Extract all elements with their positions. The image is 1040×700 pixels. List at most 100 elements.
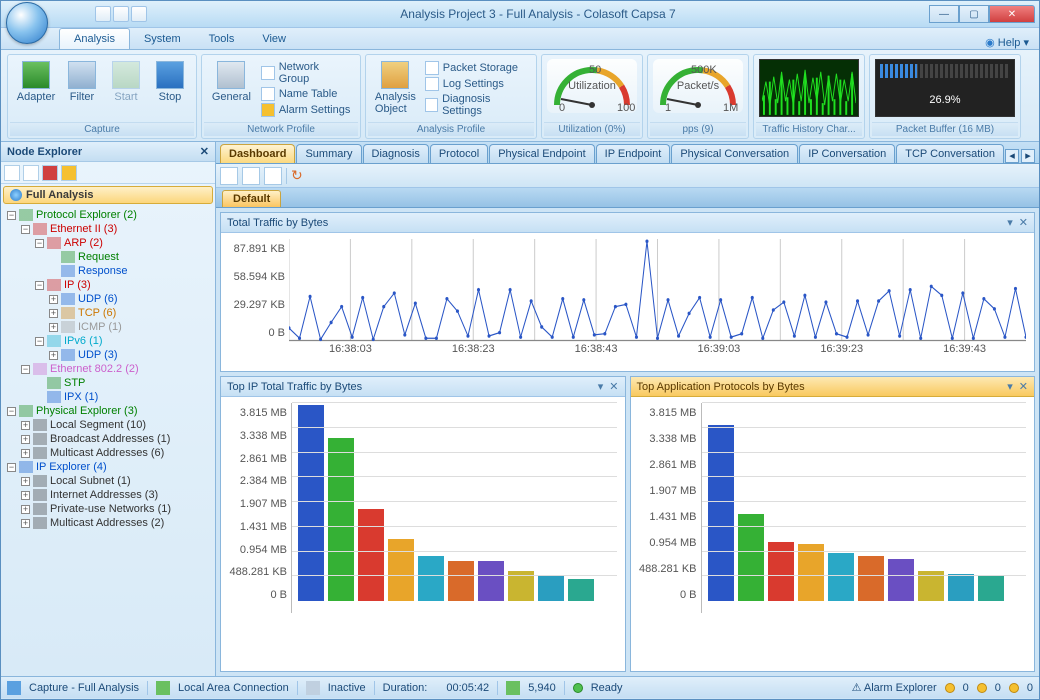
tree-node[interactable]: Request — [3, 250, 215, 264]
panel-close-icon[interactable]: ✕ — [609, 380, 618, 393]
bar — [448, 561, 474, 601]
alarm-dot-2-icon — [977, 683, 987, 693]
analysis-object-button[interactable]: Analysis Object — [370, 59, 421, 117]
network-group-button[interactable]: Network Group — [261, 61, 352, 85]
view-tab[interactable]: Protocol — [430, 144, 488, 163]
tab-system[interactable]: System — [130, 29, 195, 49]
tab-tools[interactable]: Tools — [195, 29, 249, 49]
tree-node[interactable]: −ARP (2) — [3, 236, 215, 250]
panel-total-traffic: Total Traffic by Bytes▾✕ 87.891 KB58.594… — [220, 212, 1035, 372]
dash-tool-2-icon[interactable] — [242, 167, 260, 185]
sidebar-close-icon[interactable]: ✕ — [200, 145, 209, 158]
general-button[interactable]: General — [206, 59, 257, 105]
tab-view[interactable]: View — [248, 29, 300, 49]
minimize-button[interactable]: — — [929, 5, 959, 23]
qat-new-icon[interactable] — [95, 6, 111, 22]
help-button[interactable]: ◉ Help ▾ — [985, 36, 1029, 49]
view-tabs: DashboardSummaryDiagnosisProtocolPhysica… — [216, 142, 1039, 164]
bar — [388, 539, 414, 601]
sb-tool-3-icon[interactable] — [42, 165, 58, 181]
panel-close-icon[interactable]: ✕ — [1019, 380, 1028, 393]
tree-node[interactable]: STP — [3, 376, 215, 390]
tree-node[interactable]: +ICMP (1) — [3, 320, 215, 334]
node-explorer-sidebar: Node Explorer✕ Full Analysis −Protocol E… — [1, 142, 216, 676]
panel-close-icon[interactable]: ✕ — [1019, 216, 1028, 229]
dash-tool-1-icon[interactable] — [220, 167, 238, 185]
diagnosis-settings-button[interactable]: Diagnosis Settings — [425, 93, 528, 117]
packet-storage-button[interactable]: Packet Storage — [425, 61, 528, 75]
chart-top-ip: 3.815 MB3.338 MB2.861 MB2.384 MB1.907 MB… — [225, 403, 617, 613]
alarm-icon — [261, 103, 275, 117]
tree-node[interactable]: Response — [3, 264, 215, 278]
node-tree[interactable]: −Protocol Explorer (2)−Ethernet II (3)−A… — [1, 206, 215, 676]
tree-node[interactable]: −Protocol Explorer (2) — [3, 208, 215, 222]
view-tab[interactable]: TCP Conversation — [896, 144, 1004, 163]
tree-node[interactable]: +Local Segment (10) — [3, 418, 215, 432]
app-orb-button[interactable] — [6, 2, 48, 44]
alarm-dot-3-icon — [1009, 683, 1019, 693]
sb-tool-2-icon[interactable] — [23, 165, 39, 181]
view-tab[interactable]: Dashboard — [220, 144, 295, 163]
tree-node[interactable]: +Local Subnet (1) — [3, 474, 215, 488]
tree-node[interactable]: −Physical Explorer (3) — [3, 404, 215, 418]
bar — [858, 556, 884, 601]
tree-node[interactable]: +Multicast Addresses (2) — [3, 516, 215, 530]
bar — [328, 438, 354, 601]
dash-tool-3-icon[interactable] — [264, 167, 282, 185]
qat-save-icon[interactable] — [131, 6, 147, 22]
ready-dot-icon — [573, 683, 583, 693]
svg-text:Packet/s: Packet/s — [677, 80, 720, 92]
tab-analysis[interactable]: Analysis — [59, 28, 130, 49]
maximize-button[interactable]: ▢ — [959, 5, 989, 23]
name-table-button[interactable]: Name Table — [261, 87, 352, 101]
window-title: Analysis Project 3 - Full Analysis - Col… — [147, 7, 929, 21]
funnel-icon — [68, 61, 96, 89]
tree-node[interactable]: −Ethernet II (3) — [3, 222, 215, 236]
tree-node[interactable]: −Ethernet 802.2 (2) — [3, 362, 215, 376]
sb-tool-1-icon[interactable] — [4, 165, 20, 181]
alarm-settings-button[interactable]: Alarm Settings — [261, 103, 352, 117]
tree-node[interactable]: IPX (1) — [3, 390, 215, 404]
tree-node[interactable]: +Broadcast Addresses (1) — [3, 432, 215, 446]
refresh-icon[interactable]: ↻ — [291, 167, 303, 184]
bar — [298, 405, 324, 601]
nic-icon — [156, 681, 170, 695]
panel-menu-icon[interactable]: ▾ — [598, 380, 604, 393]
tree-node[interactable]: +Private-use Networks (1) — [3, 502, 215, 516]
group-icon — [261, 66, 275, 80]
tree-node[interactable]: +UDP (6) — [3, 292, 215, 306]
view-tab[interactable]: Summary — [296, 144, 361, 163]
panel-menu-icon[interactable]: ▾ — [1007, 380, 1013, 393]
adapter-button[interactable]: Adapter — [12, 59, 60, 105]
tree-node[interactable]: +Multicast Addresses (6) — [3, 446, 215, 460]
start-button[interactable]: Start — [104, 59, 148, 105]
tab-scroll-left-icon[interactable]: ◂ — [1005, 149, 1019, 163]
dashboard-tab-default[interactable]: Default — [222, 190, 281, 207]
view-tab[interactable]: IP Conversation — [799, 144, 895, 163]
statusbar: Capture - Full Analysis Local Area Conne… — [1, 676, 1039, 698]
tree-node[interactable]: +Internet Addresses (3) — [3, 488, 215, 502]
view-tab[interactable]: IP Endpoint — [596, 144, 671, 163]
sb-tool-4-icon[interactable] — [61, 165, 77, 181]
tree-node[interactable]: −IP (3) — [3, 278, 215, 292]
view-tab[interactable]: Diagnosis — [363, 144, 429, 163]
log-settings-button[interactable]: Log Settings — [425, 77, 528, 91]
panel-menu-icon[interactable]: ▾ — [1007, 216, 1013, 229]
alarm-explorer-button[interactable]: ⚠ Alarm Explorer — [852, 681, 937, 694]
bar — [798, 544, 824, 601]
stop-button[interactable]: Stop — [148, 59, 192, 105]
bar — [418, 556, 444, 601]
close-button[interactable]: ✕ — [989, 5, 1035, 23]
filter-button[interactable]: Filter — [60, 59, 104, 105]
tree-node[interactable]: −IPv6 (1) — [3, 334, 215, 348]
qat-open-icon[interactable] — [113, 6, 129, 22]
full-analysis-root[interactable]: Full Analysis — [3, 186, 213, 204]
tree-node[interactable]: +UDP (3) — [3, 348, 215, 362]
tree-node[interactable]: −IP Explorer (4) — [3, 460, 215, 474]
tab-scroll-right-icon[interactable]: ▸ — [1021, 149, 1035, 163]
view-tab[interactable]: Physical Conversation — [671, 144, 798, 163]
traffic-history-sparkline[interactable] — [759, 59, 859, 117]
tree-node[interactable]: +TCP (6) — [3, 306, 215, 320]
packet-buffer-display[interactable]: 26.9% — [875, 59, 1015, 117]
view-tab[interactable]: Physical Endpoint — [489, 144, 594, 163]
